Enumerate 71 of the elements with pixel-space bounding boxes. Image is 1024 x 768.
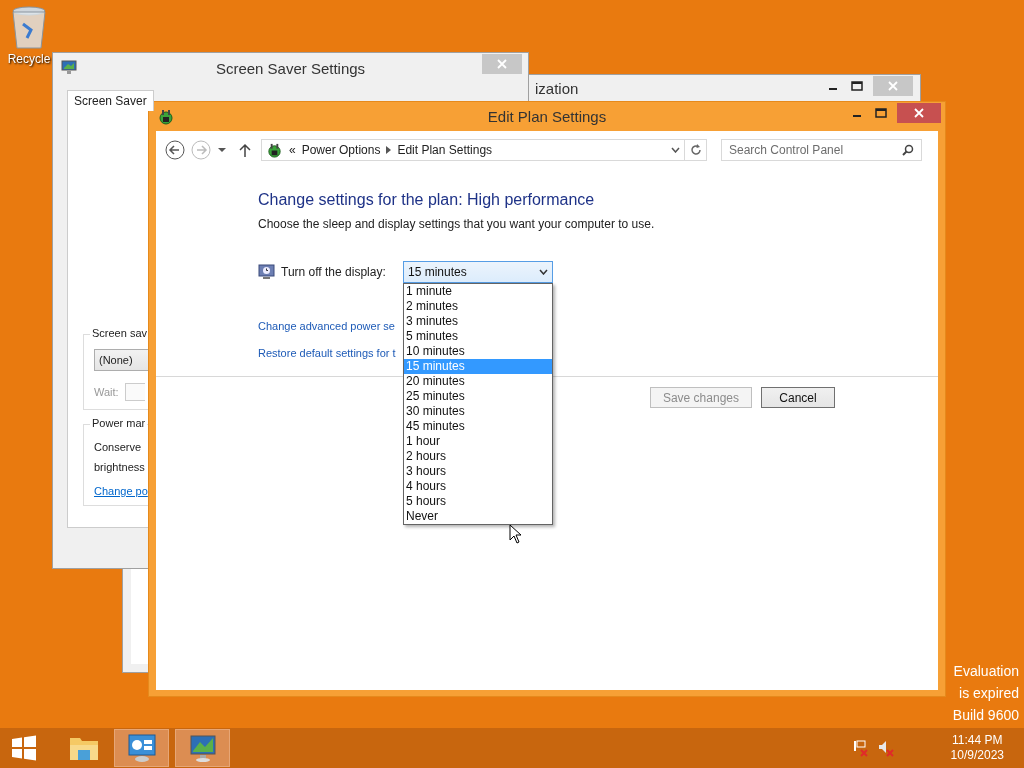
control-panel-icon — [125, 732, 158, 764]
taskbar-app-button[interactable] — [175, 729, 230, 767]
chevron-down-icon — [671, 147, 680, 153]
group-label: Power mar — [90, 417, 148, 429]
close-icon — [888, 81, 898, 91]
description-text: Choose the sleep and display settings that you want your computer to use. — [258, 217, 656, 231]
watermark-text: is expired — [959, 684, 1019, 703]
dropdown-option[interactable]: 5 minutes — [404, 329, 552, 344]
chevron-down-icon — [539, 269, 548, 275]
dropdown-option[interactable]: 30 minutes — [404, 404, 552, 419]
dropdown-option[interactable]: 3 minutes — [404, 314, 552, 329]
up-button[interactable] — [239, 143, 251, 157]
dropdown-option[interactable]: Never — [404, 509, 552, 524]
monitor-icon — [258, 264, 275, 280]
speaker-muted-icon[interactable] — [876, 739, 895, 757]
tab[interactable]: Screen Saver — [67, 90, 154, 111]
breadcrumb-item[interactable]: Power Options — [301, 143, 381, 157]
taskbar-app-button[interactable] — [114, 729, 169, 767]
body-text: brightness — [94, 460, 145, 475]
clock-date: 10/9/2023 — [950, 748, 1004, 763]
dropdown-option[interactable]: 5 hours — [404, 494, 552, 509]
refresh-icon — [689, 144, 702, 156]
close-icon — [914, 108, 924, 118]
refresh-button[interactable] — [684, 139, 707, 161]
link[interactable]: Change advanced power se — [258, 320, 395, 332]
page-heading: Change settings for the plan: High performance — [258, 191, 596, 209]
body-text: Conserve — [94, 440, 142, 455]
power-plug-icon — [157, 108, 175, 126]
group-label: Screen sav — [90, 327, 150, 339]
field-label: Wait: — [94, 386, 119, 398]
dropdown-option[interactable]: 45 minutes — [404, 419, 552, 434]
monitor-icon — [187, 733, 218, 763]
window-title: ization — [535, 80, 579, 97]
dialog-button[interactable]: Cancel — [761, 387, 835, 408]
breadcrumb-item[interactable]: Edit Plan Settings — [397, 143, 493, 157]
dropdown-option[interactable]: 2 hours — [404, 449, 552, 464]
link[interactable]: Restore default settings for t — [258, 347, 396, 359]
window-title: Edit Plan Settings — [487, 108, 607, 125]
dropdown-option[interactable]: 10 minutes — [404, 344, 552, 359]
power-plug-icon — [266, 141, 283, 159]
dropdown-option[interactable]: 20 minutes — [404, 374, 552, 389]
dropdown-option[interactable]: 25 minutes — [404, 389, 552, 404]
watermark-text: Build 9600 — [952, 706, 1019, 725]
setting-label: Turn off the display: — [281, 265, 387, 279]
dropdown[interactable]: 15 minutes — [403, 261, 553, 283]
close-button[interactable] — [897, 103, 941, 123]
minimize-icon — [829, 88, 837, 90]
dropdown-option[interactable]: 1 hour — [404, 434, 552, 449]
chevron-icon — [386, 146, 392, 154]
search-icon[interactable] — [902, 144, 914, 156]
watermark-text: Evaluation — [953, 662, 1019, 681]
clock-time: 11:44 PM — [952, 733, 1003, 748]
breadcrumb-separator: « — [289, 143, 296, 157]
back-button[interactable] — [165, 140, 185, 160]
search-field[interactable]: Search Control Panel — [721, 139, 922, 161]
clock[interactable]: 11:44 PM 10/9/2023 — [950, 733, 1004, 763]
window-title: Screen Saver Settings — [215, 59, 366, 77]
monitor-icon — [61, 59, 77, 75]
recent-pages-button[interactable] — [217, 147, 227, 153]
dropdown[interactable]: (None) — [94, 349, 150, 371]
link[interactable]: Change po — [94, 485, 148, 497]
dropdown-option[interactable]: 4 hours — [404, 479, 552, 494]
dropdown-option[interactable]: 3 hours — [404, 464, 552, 479]
maximize-icon — [851, 81, 863, 91]
dropdown-option[interactable]: 2 minutes — [404, 299, 552, 314]
maximize-icon — [875, 108, 887, 118]
trash-bin-icon[interactable] — [11, 6, 47, 50]
address-bar[interactable]: « Power Options Edit Plan Settings — [261, 139, 685, 161]
close-icon — [497, 59, 507, 69]
minimize-icon — [853, 115, 861, 117]
dropdown-option[interactable]: 1 minute — [404, 284, 552, 299]
